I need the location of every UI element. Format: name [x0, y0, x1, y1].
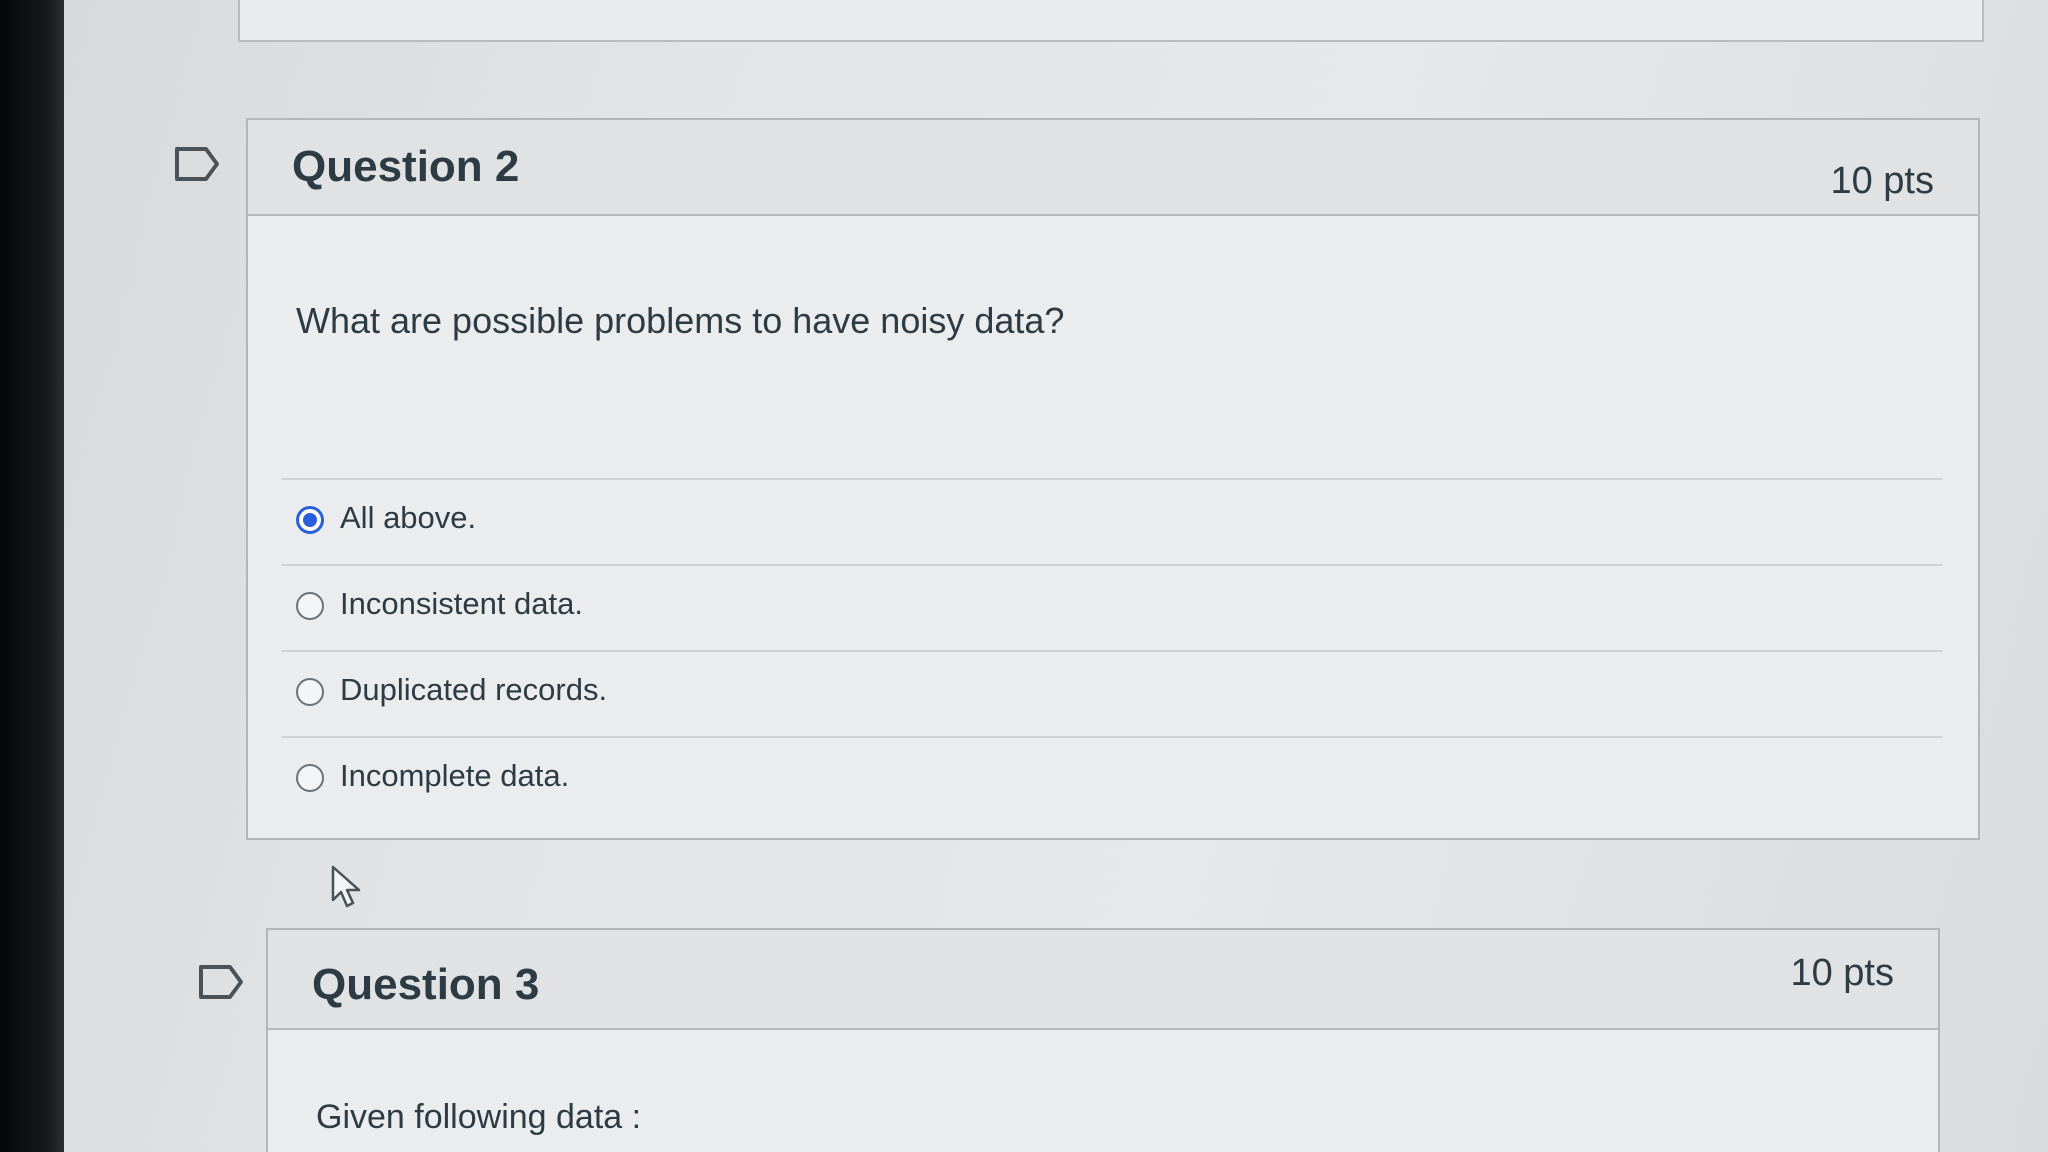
- question-3-points: 10 pts: [1790, 952, 1894, 994]
- answer-label[interactable]: Incomplete data.: [340, 758, 569, 794]
- radio-selected[interactable]: [296, 506, 324, 534]
- question-3-text: Given following data :: [316, 1098, 642, 1136]
- question-2-card: Question 2 10 pts What are possible prob…: [246, 118, 1980, 840]
- answer-option[interactable]: Duplicated records.: [282, 650, 1942, 736]
- mouse-pointer-icon: [330, 864, 364, 910]
- answer-option[interactable]: All above.: [282, 478, 1942, 564]
- question-3-title: Question 3: [312, 960, 540, 1009]
- question-2-points: 10 pts: [1830, 160, 1934, 202]
- screen-bezel: [0, 0, 64, 1152]
- answer-label[interactable]: Duplicated records.: [340, 672, 607, 708]
- answer-list: All above. Inconsistent data. Duplicated…: [282, 478, 1942, 822]
- flag-icon: [199, 965, 243, 999]
- answer-option[interactable]: Incomplete data.: [282, 736, 1942, 822]
- flag-question-3-icon[interactable]: [198, 964, 244, 1000]
- radio-unselected[interactable]: [296, 592, 324, 620]
- question-2-text: What are possible problems to have noisy…: [296, 300, 1065, 341]
- answer-label[interactable]: Inconsistent data.: [340, 586, 583, 622]
- radio-unselected[interactable]: [296, 678, 324, 706]
- radio-unselected[interactable]: [296, 764, 324, 792]
- question-2-header: Question 2 10 pts: [248, 120, 1978, 216]
- answer-option[interactable]: Inconsistent data.: [282, 564, 1942, 650]
- question-3-card: Question 3 10 pts Given following data :: [266, 928, 1940, 1152]
- flag-question-2-icon[interactable]: [174, 146, 220, 182]
- question-3-header: Question 3 10 pts: [268, 930, 1938, 1030]
- previous-question-card: [238, 0, 1984, 42]
- question-2-title: Question 2: [292, 142, 520, 191]
- answer-label[interactable]: All above.: [340, 500, 476, 536]
- flag-icon: [175, 147, 219, 181]
